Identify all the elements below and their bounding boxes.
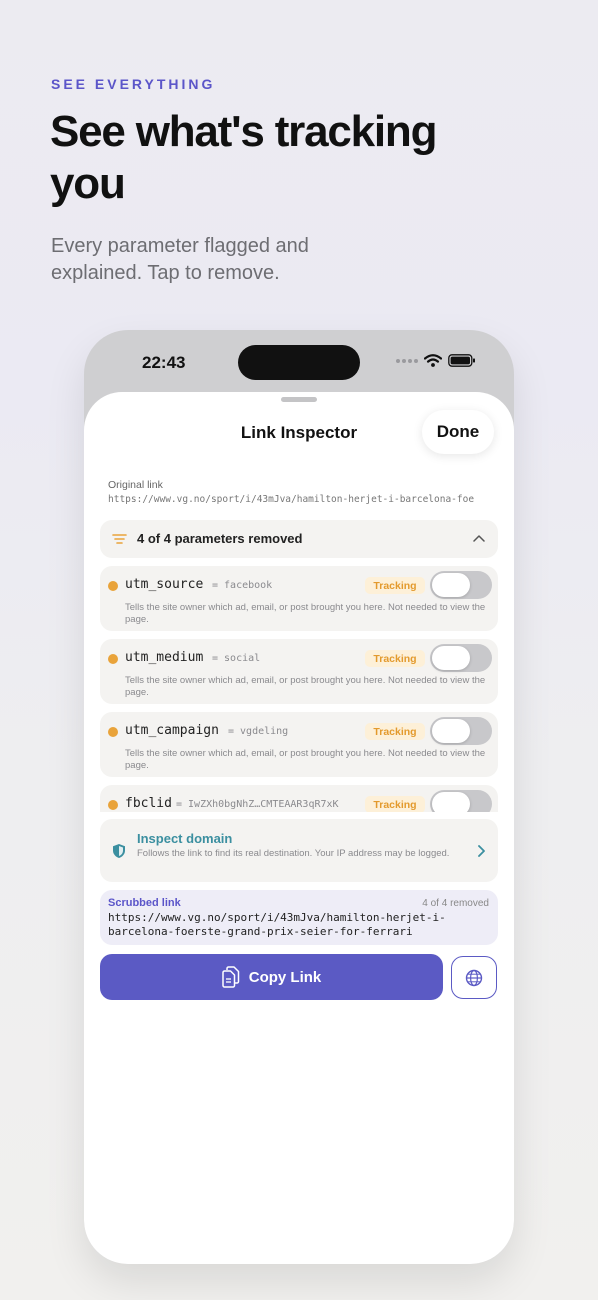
- parameter-row-utm-campaign: utm_campaign = vgdeling Tracking Tells t…: [100, 712, 498, 777]
- parameter-value: = social: [212, 653, 261, 664]
- parameters-summary-text: 4 of 4 parameters removed: [137, 531, 303, 546]
- parameter-row-fbclid: fbclid = IwZXh0bgNhZ…CMTEAAR3qR7xK Track…: [100, 785, 498, 812]
- done-button[interactable]: Done: [422, 410, 494, 454]
- parameter-list[interactable]: utm_source = facebook Tracking Tells the…: [100, 566, 498, 812]
- phone-frame: 22:43 Link Inspector Done Original link …: [84, 330, 514, 1264]
- tracking-dot-icon: [108, 654, 118, 664]
- parameter-description: Tells the site owner which ad, email, or…: [125, 675, 486, 698]
- tracking-dot-icon: [108, 581, 118, 591]
- copy-document-icon: [221, 966, 239, 988]
- signal-dots-icon: [396, 358, 418, 363]
- link-inspector-sheet: Link Inspector Done Original link https:…: [84, 392, 514, 1264]
- inspect-domain-card[interactable]: Inspect domain Follows the link to find …: [100, 819, 498, 882]
- dynamic-island: [238, 345, 360, 380]
- tracking-dot-icon: [108, 727, 118, 737]
- parameter-description: Tells the site owner which ad, email, or…: [125, 748, 486, 771]
- parameter-row-utm-medium: utm_medium = social Tracking Tells the s…: [100, 639, 498, 704]
- parameter-name: utm_campaign: [125, 723, 219, 738]
- tracking-badge: Tracking: [365, 650, 425, 667]
- original-link-label: Original link: [108, 479, 163, 491]
- scrubbed-link-box: Scrubbed link 4 of 4 removed https://www…: [100, 890, 498, 945]
- parameters-summary-bar[interactable]: 4 of 4 parameters removed: [100, 520, 498, 558]
- tracking-dot-icon: [108, 800, 118, 810]
- copy-link-button[interactable]: Copy Link: [100, 954, 443, 1000]
- copy-link-label: Copy Link: [248, 968, 322, 986]
- parameter-toggle-utm-source[interactable]: [430, 571, 492, 599]
- parameter-name: fbclid: [125, 796, 172, 811]
- parameter-name: utm_medium: [125, 650, 204, 665]
- tracking-badge: Tracking: [365, 577, 425, 594]
- inspect-domain-description: Follows the link to find its real destin…: [137, 848, 450, 859]
- parameter-value: = IwZXh0bgNhZ…CMTEAAR3qR7xK: [176, 799, 339, 810]
- parameter-value: = vgdeling: [228, 726, 289, 737]
- parameter-row-utm-source: utm_source = facebook Tracking Tells the…: [100, 566, 498, 631]
- tracking-badge: Tracking: [365, 723, 425, 740]
- sheet-grabber[interactable]: [281, 397, 317, 402]
- parameter-value: = facebook: [212, 580, 273, 591]
- chevron-up-icon[interactable]: [473, 534, 485, 542]
- parameter-toggle-utm-medium[interactable]: [430, 644, 492, 672]
- status-time: 22:43: [142, 353, 186, 372]
- marketing-subhead: Every parameter flagged and explained. T…: [51, 235, 309, 284]
- scrubbed-link-count: 4 of 4 removed: [422, 898, 489, 909]
- parameter-toggle-utm-campaign[interactable]: [430, 717, 492, 745]
- globe-icon: [465, 969, 483, 986]
- inspect-domain-title: Inspect domain: [137, 831, 233, 846]
- status-icons: [396, 354, 476, 367]
- parameter-name: utm_source: [125, 577, 204, 592]
- battery-icon: [448, 354, 475, 367]
- eyebrow-label: SEE EVERYTHING: [51, 76, 216, 92]
- parameter-toggle-fbclid[interactable]: [430, 790, 492, 812]
- parameter-description: Tells the site owner which ad, email, or…: [125, 602, 486, 625]
- original-link-url: https://www.vg.no/sport/i/43mJva/hamilto…: [108, 494, 475, 505]
- shield-icon: [113, 844, 125, 858]
- chevron-right-icon: [478, 845, 485, 857]
- filter-lines-icon: [112, 534, 127, 544]
- tracking-badge: Tracking: [365, 796, 425, 812]
- original-link-box: Original link https://www.vg.no/sport/i/…: [100, 472, 498, 512]
- open-in-browser-button[interactable]: [451, 956, 497, 999]
- marketing-headline: See what's tracking you: [50, 107, 437, 208]
- scrubbed-link-label: Scrubbed link: [108, 897, 181, 909]
- status-bar: 22:43: [84, 330, 514, 390]
- wifi-icon: [424, 354, 442, 367]
- scrubbed-link-url: https://www.vg.no/sport/i/43mJva/hamilto…: [108, 911, 446, 938]
